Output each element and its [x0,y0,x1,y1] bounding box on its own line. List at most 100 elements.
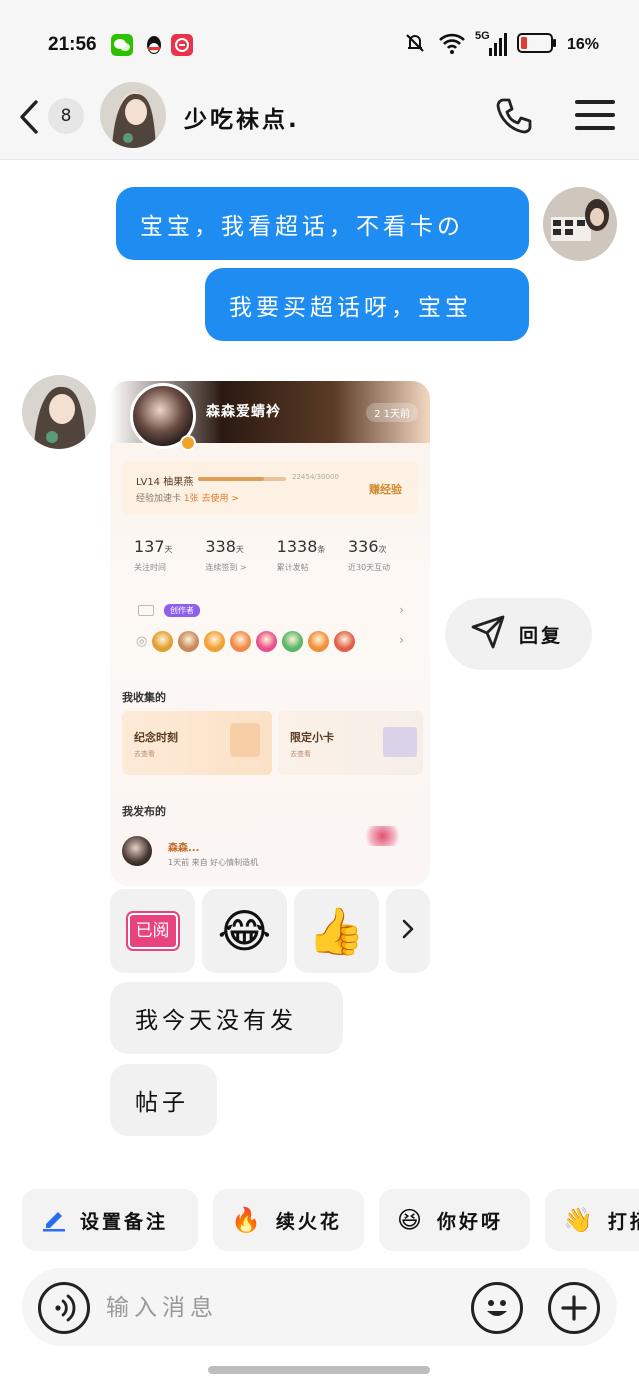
stat-unit: 天 [164,545,173,554]
stat-label: 近30天互动 [347,563,391,572]
collection-sub: 去查看 [134,750,155,758]
network-type: 5G [474,30,490,42]
medal-icon [204,630,226,652]
medal-icon [256,630,278,652]
contact-name: 少吃袜点. [184,107,300,133]
stat-number: 137 [134,537,165,556]
medal-row: ◎ [136,629,356,653]
stat-item: 338天 连续签到 > [205,537,271,573]
stat-number: 1338 [276,537,318,556]
contact-avatar[interactable] [100,82,166,148]
signal-icon: 5G [474,30,507,58]
post-avatar [122,836,152,866]
stat-label: 连续签到 > [205,563,247,572]
wifi-icon [437,31,467,59]
read-stamp: 已阅 [127,913,178,949]
collection-image [383,727,417,757]
posts-title: 我发布的 [122,805,166,818]
qq-icon [143,34,165,56]
collection-card: 限定小卡 去查看 [278,711,423,775]
menu-icon[interactable] [575,100,615,132]
status-indicators: 5G 16% [403,30,599,60]
medal-icon [178,630,200,652]
my-avatar[interactable] [543,187,617,261]
quick-action-greet[interactable]: 👋 打招呼 [545,1189,639,1251]
creator-row: 创作者 [138,603,200,617]
stat-item: 336次 近30天互动 [348,537,414,573]
verified-badge-icon [180,435,196,451]
plus-button[interactable] [548,1282,600,1334]
incoming-message[interactable]: 帖子 [110,1064,217,1136]
status-bar: 21:56 5G 16% [0,0,639,80]
back-icon[interactable] [16,98,42,136]
wave-hand-icon: 👋 [563,1206,596,1234]
creator-tag: 创作者 [164,603,200,617]
collection-title: 纪念时刻 [134,731,178,744]
collections-title: 我收集的 [122,691,166,704]
outgoing-message[interactable]: 宝宝，我看超话，不看卡の [116,187,529,260]
mute-icon [403,31,427,59]
level-progress-fill [198,477,264,481]
status-time: 21:56 [48,34,97,55]
fire-icon: 🔥 [231,1206,264,1234]
medal-icon [282,630,304,652]
laugh-emoji-icon: 😂 [217,904,272,958]
post-meta: 1天前 来自 好心情制造机 [168,858,259,867]
stat-label: 关注时间 [134,563,166,572]
emoji-button[interactable] [471,1282,523,1334]
collection-image [230,723,260,757]
chevron-right-icon: › [399,603,404,617]
reaction-more-button[interactable] [386,889,430,973]
level-sub: 经验加速卡 1张 去使用 > [136,491,239,504]
pencil-icon [40,1204,68,1237]
quick-action-label: 续火花 [275,1210,342,1233]
quick-action-hello[interactable]: 😆 你好呀 [379,1189,530,1251]
medal-icon [230,630,252,652]
contact-message-avatar[interactable] [22,375,96,449]
quick-action-label: 你好呀 [437,1210,504,1233]
stat-unit: 条 [317,545,326,554]
reply-button[interactable]: 回复 [445,598,592,670]
message-input[interactable] [106,1284,456,1332]
grin-emoji-icon: 😆 [397,1206,426,1234]
quick-action-label: 打招呼 [607,1210,639,1233]
battery-level: 16% [566,36,599,53]
chevron-right-icon [400,917,416,945]
phone-icon[interactable] [494,96,534,136]
reply-label: 回复 [519,624,564,647]
level-progress-bar [198,477,286,481]
stat-label: 累计发帖 [276,563,309,572]
medal-icon [334,630,356,652]
quick-action-spark[interactable]: 🔥 续火花 [213,1189,364,1251]
level-sub-link: 1张 去使用 > [183,494,239,504]
card-username: 森森爱蜻衿 [206,404,281,420]
incoming-message[interactable]: 我今天没有发 [110,982,343,1054]
chat-header [0,80,639,160]
settings-icon: ◎ [136,633,148,649]
card-days-badge: 2 1天前 [366,403,418,422]
level-progress-text: 22454/30000 [292,473,339,481]
home-indicator[interactable] [208,1366,430,1374]
app-icon [171,34,193,56]
voice-button[interactable] [38,1282,90,1334]
reaction-laugh-button[interactable]: 😂 [202,889,287,973]
shared-profile-card[interactable]: 森森爱蜻衿 2 1天前 LV14 柚果燕 22454/30000 经验加速卡 1… [110,381,430,886]
reaction-read-button[interactable]: 已阅 [110,889,195,973]
stat-number: 338 [205,537,236,556]
post-author: 森森... [168,843,200,854]
outgoing-message[interactable]: 我要买超话呀，宝宝 [205,268,529,341]
collection-sub: 去查看 [290,750,311,758]
quick-action-set-remark[interactable]: 设置备注 [22,1189,198,1251]
wechat-icon [111,34,133,56]
medal-icon [152,630,174,652]
post-decoration [360,826,405,846]
level-sub-text: 经验加速卡 [136,494,182,504]
collection-card: 纪念时刻 去查看 [122,711,272,775]
send-icon [469,613,507,655]
reaction-thumb-button[interactable]: 👍 [294,889,379,973]
earn-exp-button: 赚经验 [369,483,402,496]
chevron-right-icon: › [399,633,404,647]
unread-count-badge[interactable]: 8 [48,98,84,134]
stat-item: 1338条 累计发帖 [277,537,343,573]
level-box: LV14 柚果燕 22454/30000 经验加速卡 1张 去使用 > 赚经验 [122,461,418,515]
